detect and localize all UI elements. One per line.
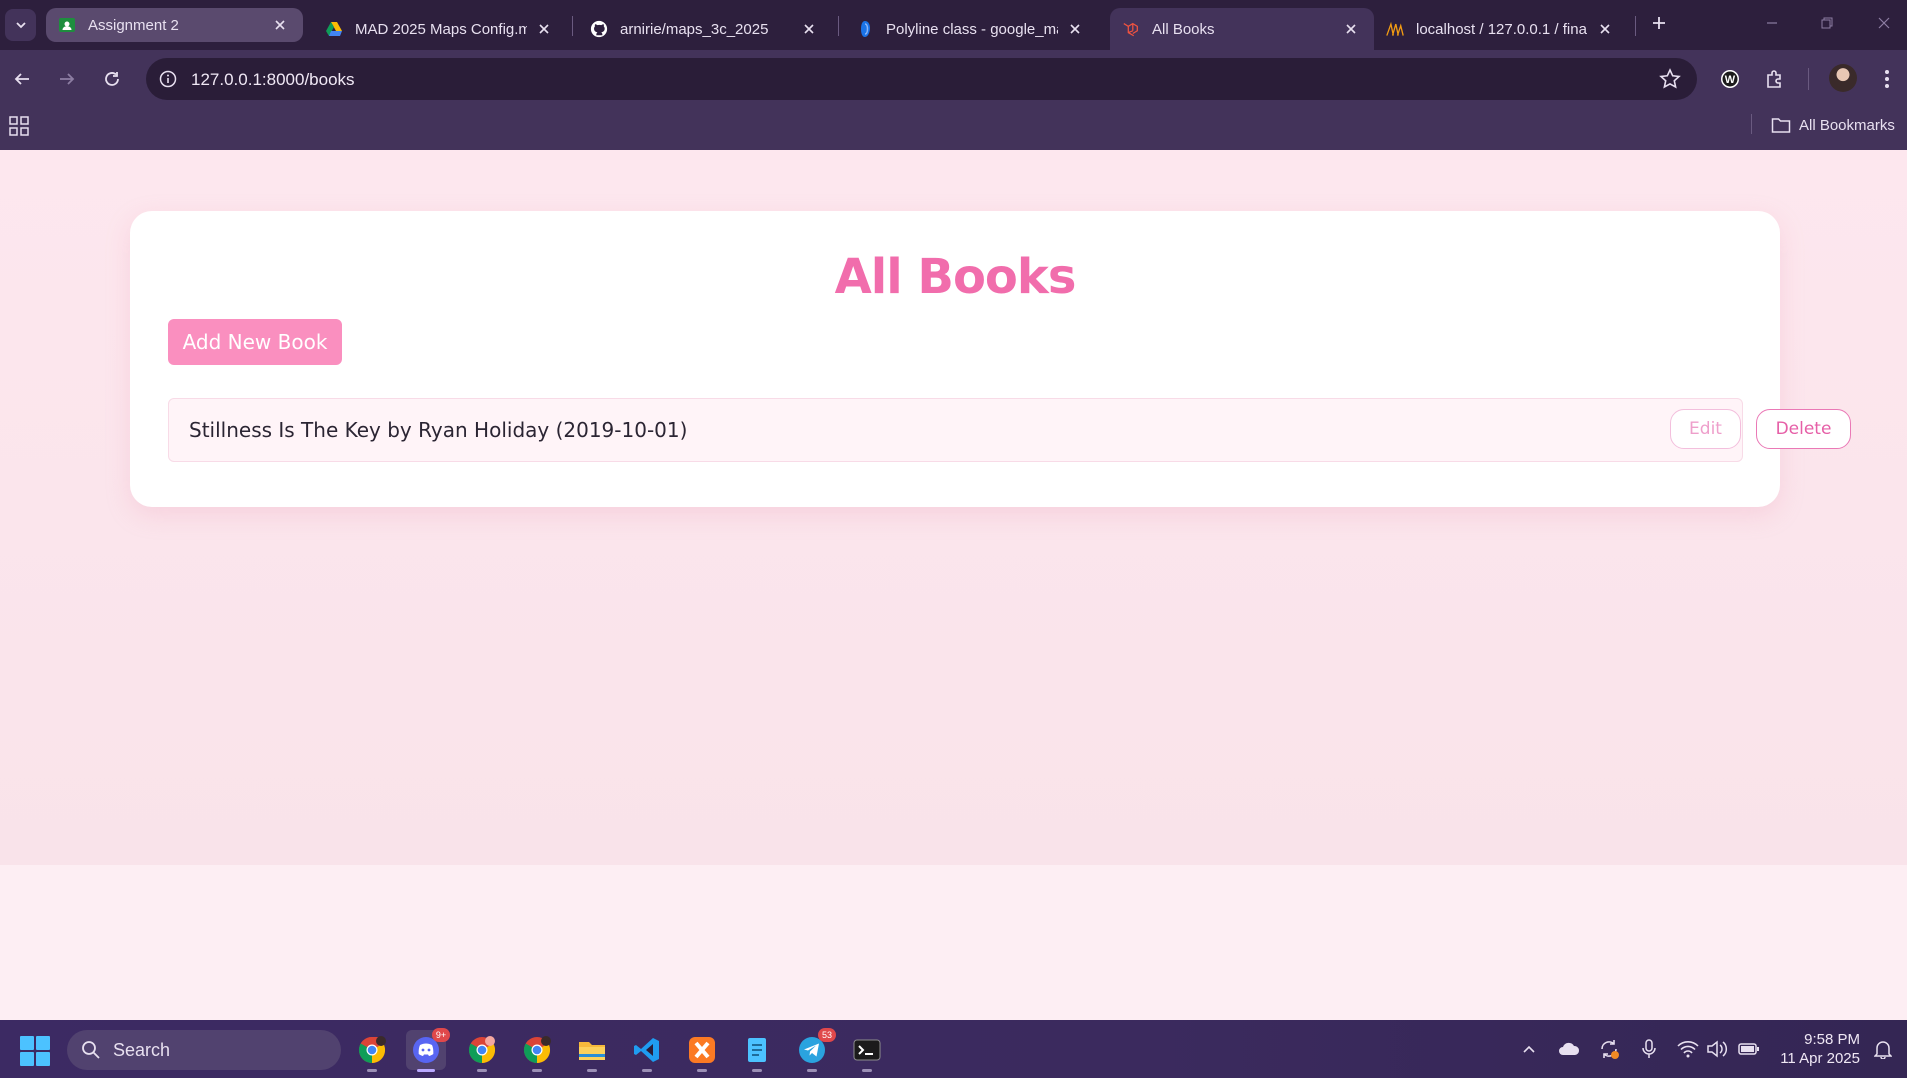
- close-icon[interactable]: [1066, 20, 1084, 38]
- windows-taskbar: Search 9+ 53 9:58 PM 11 Apr 2025: [0, 1020, 1907, 1078]
- telegram-badge: 53: [818, 1028, 836, 1042]
- close-icon[interactable]: [1596, 20, 1614, 38]
- book-title: Stillness Is The Key by Ryan Holiday (20…: [189, 418, 688, 442]
- google-classroom-icon: [58, 16, 76, 34]
- arrow-left-icon: [14, 73, 29, 85]
- page-title: All Books: [834, 249, 1077, 305]
- tab-separator: [572, 16, 573, 36]
- terminal-icon[interactable]: [847, 1030, 887, 1072]
- address-bar[interactable]: 127.0.0.1:8000/books: [146, 58, 1697, 100]
- tab-phpmyadmin[interactable]: localhost / 127.0.0.1 / final: [1374, 8, 1628, 50]
- tab-mad-maps-config[interactable]: MAD 2025 Maps Config.m: [313, 8, 567, 50]
- battery-icon[interactable]: [1738, 1038, 1760, 1060]
- browser-toolbar: 127.0.0.1:8000/books W: [0, 50, 1907, 108]
- minimize-icon: [1767, 22, 1777, 24]
- tab-search-button[interactable]: [5, 9, 36, 41]
- tab-assignment-2[interactable]: Assignment 2: [46, 8, 303, 42]
- profile-avatar[interactable]: [1829, 64, 1857, 92]
- site-info-icon[interactable]: [156, 67, 180, 91]
- all-bookmarks-button[interactable]: All Bookmarks: [1771, 112, 1895, 138]
- reload-icon: [105, 72, 119, 86]
- file-explorer-icon[interactable]: [572, 1030, 612, 1072]
- folder-icon: [1771, 118, 1791, 133]
- close-icon[interactable]: [1342, 20, 1360, 38]
- notification-icon[interactable]: [1872, 1038, 1894, 1060]
- more-vertical-icon: [1885, 70, 1889, 88]
- chrome-profile-2-icon[interactable]: [517, 1030, 557, 1072]
- tab-all-books[interactable]: All Books: [1110, 8, 1374, 50]
- tab-separator: [838, 16, 839, 36]
- google-drive-icon: [325, 20, 343, 38]
- delete-book-button[interactable]: Delete: [1756, 409, 1851, 449]
- tab-separator: [1635, 16, 1636, 36]
- reload-button[interactable]: [99, 66, 125, 92]
- wordtune-extension-icon[interactable]: W: [1717, 66, 1743, 92]
- chevron-up-icon[interactable]: [1518, 1038, 1540, 1060]
- sync-icon[interactable]: [1598, 1038, 1620, 1060]
- tab-title: arnirie/maps_3c_2025: [620, 20, 769, 38]
- browser-menu-button[interactable]: [1874, 66, 1900, 92]
- toolbar-separator: [1808, 68, 1809, 90]
- volume-icon[interactable]: [1706, 1038, 1728, 1060]
- microphone-icon[interactable]: [1638, 1038, 1660, 1060]
- close-icon[interactable]: [535, 20, 553, 38]
- bookmarks-separator: [1751, 114, 1752, 134]
- arrow-right-icon: [60, 73, 75, 85]
- all-bookmarks-label: All Bookmarks: [1799, 116, 1895, 134]
- discord-badge: 9+: [432, 1028, 450, 1042]
- xampp-icon[interactable]: [682, 1030, 722, 1072]
- apps-grid-icon[interactable]: [9, 116, 29, 136]
- tab-title: All Books: [1152, 20, 1215, 38]
- wifi-icon[interactable]: [1677, 1038, 1699, 1060]
- tab-title: localhost / 127.0.0.1 / final: [1416, 20, 1588, 38]
- edit-book-button[interactable]: Edit: [1670, 409, 1741, 449]
- close-window-button[interactable]: [1873, 12, 1895, 34]
- back-button[interactable]: [9, 66, 35, 92]
- minimize-button[interactable]: [1761, 12, 1783, 34]
- vscode-icon[interactable]: [627, 1030, 667, 1072]
- bookmarks-bar: [0, 108, 1907, 150]
- tab-title: MAD 2025 Maps Config.m: [355, 20, 527, 38]
- windows-start-button[interactable]: [20, 1036, 50, 1066]
- browser-tab-strip: Assignment 2 MAD 2025 Maps Config.m arni…: [0, 0, 1907, 50]
- close-icon[interactable]: [800, 20, 818, 38]
- taskbar-clock[interactable]: 9:58 PM 11 Apr 2025: [1776, 1030, 1860, 1068]
- flutter-icon: [856, 20, 874, 38]
- restore-icon: [1821, 17, 1833, 29]
- tab-title: Assignment 2: [88, 16, 179, 34]
- github-icon: [590, 20, 608, 38]
- extensions-puzzle-icon[interactable]: [1762, 66, 1788, 92]
- phpmyadmin-icon: [1386, 20, 1404, 38]
- close-icon: [1878, 17, 1890, 29]
- chevron-down-icon: [15, 22, 26, 29]
- new-tab-button[interactable]: [1648, 12, 1670, 34]
- search-icon: [82, 1041, 100, 1059]
- address-url: 127.0.0.1:8000/books: [191, 70, 355, 89]
- book-list-item: Stillness Is The Key by Ryan Holiday (20…: [168, 398, 1851, 462]
- close-icon[interactable]: [271, 16, 289, 34]
- chrome-profile-icon[interactable]: [352, 1030, 392, 1072]
- page-viewport: All Books Add New Book Stillness Is The …: [0, 150, 1907, 1020]
- bookmark-star-icon[interactable]: [1659, 68, 1681, 90]
- tab-title: Polyline class - google_ma: [886, 20, 1058, 38]
- onedrive-cloud-icon[interactable]: [1558, 1038, 1580, 1060]
- discord-icon[interactable]: 9+: [406, 1028, 450, 1072]
- restore-button[interactable]: [1816, 12, 1838, 34]
- tab-github-repo[interactable]: arnirie/maps_3c_2025: [578, 8, 832, 50]
- svg-text:W: W: [1725, 74, 1736, 86]
- forward-button[interactable]: [54, 66, 80, 92]
- add-new-book-button[interactable]: Add New Book: [168, 319, 342, 365]
- chrome-icon[interactable]: [462, 1030, 502, 1072]
- telegram-icon[interactable]: 53: [792, 1028, 836, 1072]
- taskbar-search[interactable]: Search: [67, 1030, 341, 1070]
- tab-polyline-class[interactable]: Polyline class - google_ma: [844, 8, 1098, 50]
- books-card: All Books Add New Book Stillness Is The …: [130, 211, 1851, 507]
- laravel-icon: [1122, 20, 1140, 38]
- clock-date: 11 Apr 2025: [1780, 1050, 1860, 1067]
- plus-icon: [1653, 17, 1665, 29]
- notepad-icon[interactable]: [737, 1030, 777, 1072]
- taskbar-search-label: Search: [113, 1039, 171, 1060]
- clock-time: 9:58 PM: [1804, 1031, 1860, 1048]
- windows-logo-icon: [20, 1036, 34, 1050]
